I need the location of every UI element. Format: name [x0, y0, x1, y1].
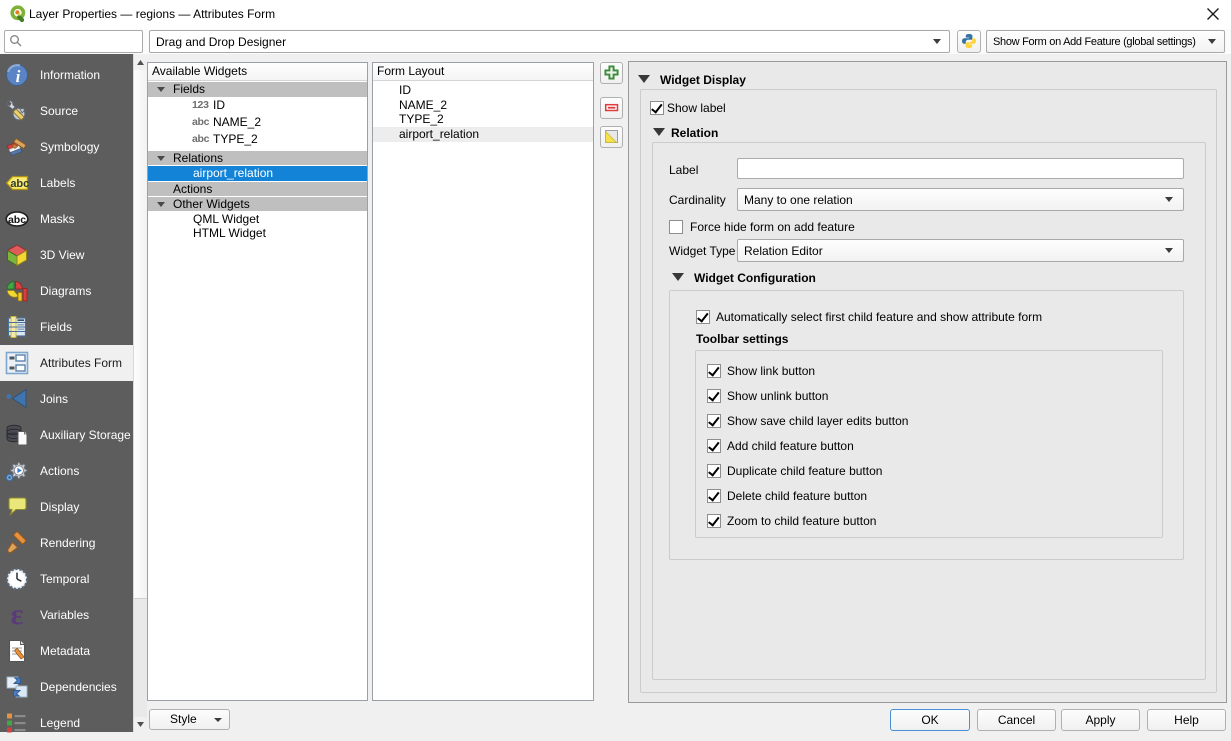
svg-text:abc: abc	[8, 214, 26, 226]
svg-text:abc: abc	[10, 178, 29, 190]
svg-text:i: i	[16, 67, 21, 86]
svg-text:ε: ε	[11, 603, 24, 627]
